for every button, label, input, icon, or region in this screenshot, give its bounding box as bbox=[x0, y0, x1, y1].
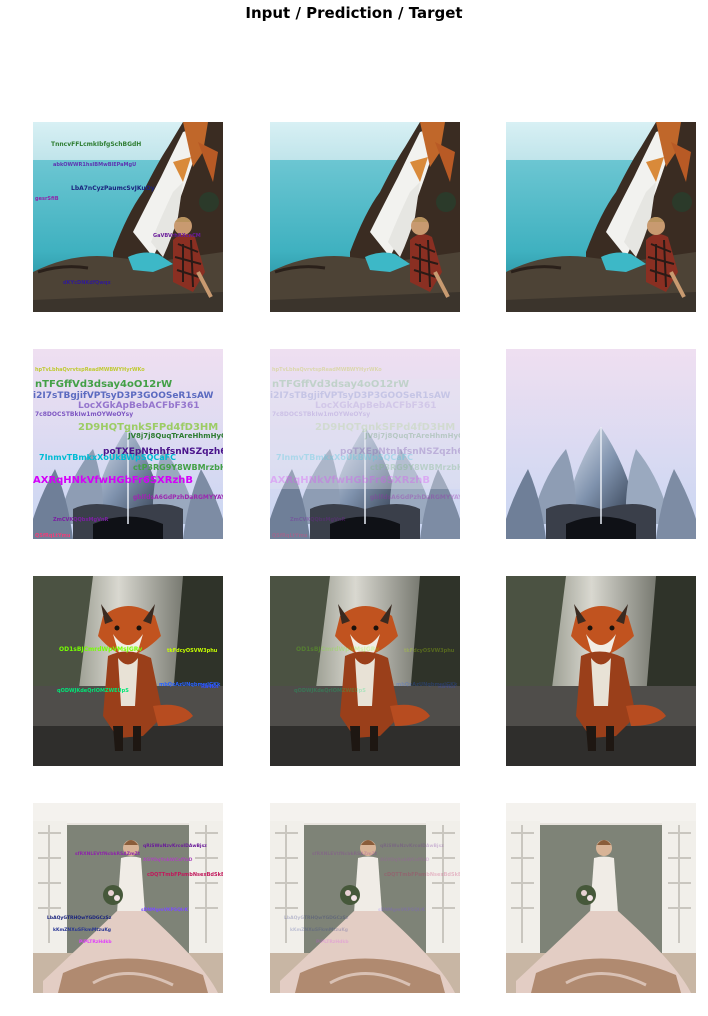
input-image-cliff bbox=[33, 122, 223, 312]
target-image-fox bbox=[506, 576, 696, 766]
prediction-image-lotus bbox=[270, 349, 460, 539]
prediction-image-cliff bbox=[270, 122, 460, 312]
figure-title: Input / Prediction / Target bbox=[245, 4, 463, 22]
input-image-lotus bbox=[33, 349, 223, 539]
prediction-image-bride bbox=[270, 803, 460, 993]
prediction-image-fox bbox=[270, 576, 460, 766]
target-image-cliff bbox=[506, 122, 696, 312]
target-image-lotus bbox=[506, 349, 696, 539]
input-image-fox bbox=[33, 576, 223, 766]
target-image-bride bbox=[506, 803, 696, 993]
input-image-bride bbox=[33, 803, 223, 993]
